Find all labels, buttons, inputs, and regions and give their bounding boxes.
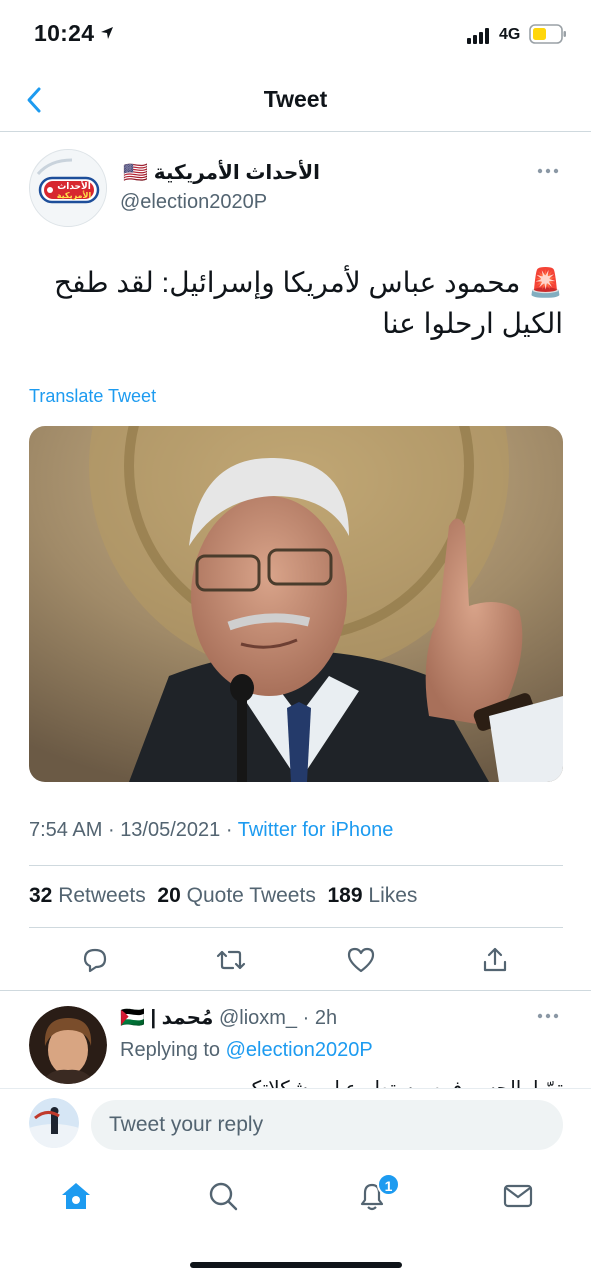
quotes-label: Quote Tweets	[186, 884, 316, 907]
more-options-icon[interactable]	[537, 167, 559, 175]
heart-icon	[347, 947, 375, 973]
stats-divider	[29, 927, 563, 928]
page-title: Tweet	[263, 86, 328, 112]
network-label: 4G	[499, 26, 521, 43]
tweet-time: 7:54 AM	[29, 819, 103, 841]
replying-to-handle[interactable]: @election2020P	[226, 1039, 373, 1061]
notification-badge: 1	[377, 1173, 400, 1196]
reply-flag-emoji: 🇵🇸	[120, 1007, 145, 1029]
tweet-source-link[interactable]: Twitter for iPhone	[238, 819, 394, 841]
avatar-logo-text-2: الأمريكية	[57, 190, 92, 200]
author-name-text: الأحداث الأمريكية	[153, 162, 320, 184]
reply-text-clipped: تمّ ا بالحسر فمه مستطر ع ل مشكلاتكم	[120, 1076, 563, 1088]
section-divider	[0, 990, 591, 991]
signal-icon	[467, 28, 489, 44]
tweet-stats: 32 Retweets 20 Quote Tweets 189 Likes	[29, 884, 417, 908]
author-handle[interactable]: @election2020P	[120, 191, 267, 214]
author-avatar[interactable]: الأحداث الأمريكية	[29, 149, 107, 227]
retweets-label: Retweets	[58, 884, 146, 907]
likes-label: Likes	[368, 884, 418, 907]
retweet-button[interactable]	[211, 942, 251, 978]
mail-icon	[503, 1184, 533, 1208]
reply-avatar[interactable]	[29, 1006, 107, 1084]
reply-text: تمّ ا بالحسر فمه مستطر ع ل مشكلاتكم	[238, 1078, 563, 1088]
us-flag-emoji: 🇺🇸	[123, 162, 149, 184]
tab-search[interactable]	[203, 1176, 243, 1216]
home-indicator	[190, 1262, 402, 1268]
my-avatar[interactable]	[29, 1098, 79, 1148]
quotes-count: 20	[157, 884, 181, 907]
quotes-stat[interactable]: 20 Quote Tweets	[157, 884, 315, 907]
retweets-stat[interactable]: 32 Retweets	[29, 884, 146, 907]
reply-icon	[83, 948, 107, 973]
replying-to-prefix: Replying to	[120, 1039, 221, 1061]
tweet-actions	[29, 942, 563, 978]
reply-age: · 2h	[302, 1007, 338, 1029]
like-button[interactable]	[341, 942, 381, 978]
search-icon	[209, 1182, 238, 1211]
tweet-meta: 7:54 AM · 13/05/2021 · Twitter for iPhon…	[29, 819, 393, 842]
replying-to: Replying to @election2020P	[120, 1039, 373, 1062]
reply-author-name[interactable]: مُحمد |	[150, 1007, 213, 1029]
alert-emoji: 🚨	[528, 267, 563, 298]
status-time: 10:24	[34, 20, 95, 46]
meta-divider	[29, 865, 563, 866]
retweets-count: 32	[29, 884, 53, 907]
share-button[interactable]	[475, 942, 515, 978]
retweet-icon	[216, 950, 246, 970]
reply-header: 🇵🇸 مُحمد | @lioxm_ · 2h	[120, 1005, 337, 1030]
likes-count: 189	[327, 884, 363, 907]
translate-tweet-link[interactable]: Translate Tweet	[29, 386, 156, 407]
tab-home[interactable]	[56, 1176, 96, 1216]
nav-divider	[0, 131, 591, 132]
likes-stat[interactable]: 189 Likes	[328, 884, 418, 907]
reply-input[interactable]	[91, 1100, 563, 1150]
home-icon	[62, 1183, 90, 1209]
reply-handle[interactable]: @lioxm_	[219, 1007, 297, 1029]
tweet-photo[interactable]	[29, 426, 563, 782]
meta-separator-2: ·	[225, 819, 233, 841]
author-name[interactable]: الأحداث الأمريكية 🇺🇸	[120, 160, 320, 185]
meta-separator-1: ·	[107, 819, 115, 841]
reply-button[interactable]	[75, 942, 115, 978]
share-icon	[483, 947, 507, 972]
reply-more-options-icon[interactable]	[537, 1012, 559, 1020]
tweet-text: 🚨 محمود عباس لأمريكا وإسرائيل: لقد طفح ا…	[26, 262, 563, 344]
tweet-date: 13/05/2021	[120, 819, 221, 841]
tab-messages[interactable]	[498, 1176, 538, 1216]
location-arrow-icon	[101, 27, 113, 39]
battery-icon	[529, 24, 566, 44]
tweet-text-body: محمود عباس لأمريكا وإسرائيل: لقد طفح الك…	[54, 267, 563, 339]
